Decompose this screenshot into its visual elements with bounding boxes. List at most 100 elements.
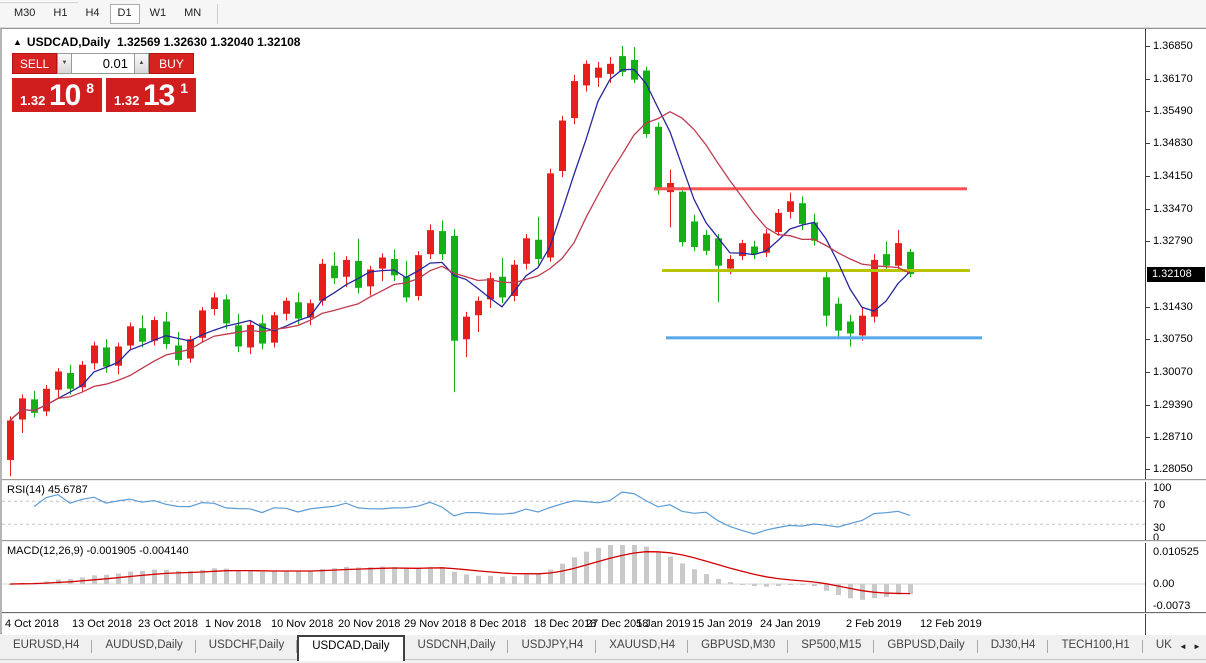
macd-indicator-pane[interactable]: MACD(12,26,9) -0.001905 -0.004140 (2, 543, 1145, 612)
mt4-terminal: M30 H1 H4 D1 W1 MN ▲ USDCAD,Daily 1.32569 1.32… (0, 0, 1206, 663)
axis-tick (1146, 111, 1150, 113)
axis-tick (1146, 78, 1150, 80)
main-price-pane[interactable]: ▲ USDCAD,Daily 1.32569 1.32630 1.32040 1.… (2, 31, 1145, 479)
buy-button[interactable]: BUY (149, 53, 194, 74)
chart-tab-usdcad-daily[interactable]: USDCAD,Daily (297, 635, 405, 661)
date-axis-label: 29 Nov 2018 (404, 618, 467, 630)
axis-tick (1146, 469, 1150, 471)
macd-axis-label: 0.00 (1153, 578, 1175, 590)
chart-tab-usdjpy-h4[interactable]: USDJPY,H4 (508, 635, 597, 659)
sell-price-whole: 1.32 (20, 93, 46, 108)
rsi-indicator-pane[interactable]: RSI(14) 45.6787 (2, 482, 1145, 540)
lot-increase-button[interactable]: ▲ (134, 53, 149, 74)
date-axis-label: 2 Feb 2019 (846, 618, 902, 630)
price-axis-label: 1.33470 (1153, 202, 1193, 215)
price-axis-label: 1.28050 (1153, 463, 1193, 476)
pane-separator[interactable] (2, 540, 1206, 543)
date-axis-label: 13 Oct 2018 (72, 618, 132, 630)
chart-symbol-label: USDCAD,Daily (26, 35, 111, 49)
rsi-chart[interactable] (2, 482, 1145, 540)
price-axis[interactable]: 1.36850 1.36170 1.35490 1.34830 1.34150 1.334… (1145, 29, 1206, 635)
axis-tick (1146, 143, 1150, 145)
sell-price-box[interactable]: 1.32 10 8 (12, 78, 102, 112)
toolbar-separator (217, 3, 219, 24)
macd-label: MACD(12,26,9) -0.001905 -0.004140 (7, 545, 189, 557)
timeframe-button-mn[interactable]: MN (176, 4, 209, 24)
sell-price-pipette: 8 (86, 80, 94, 96)
timeframe-button-d1[interactable]: D1 (109, 3, 140, 24)
tab-scroll-left-icon[interactable]: ◄ (1176, 640, 1190, 654)
timeframe-toolbar: M30 H1 H4 D1 W1 MN (0, 0, 1206, 28)
date-axis-separator (2, 612, 1206, 614)
date-axis-label: 10 Nov 2018 (271, 618, 334, 630)
price-axis-label: 1.34150 (1153, 169, 1193, 182)
price-axis-label: 1.32790 (1153, 235, 1193, 248)
date-axis-label: 5 Jan 2019 (636, 618, 691, 630)
rsi-label: RSI(14) 45.6787 (7, 484, 88, 496)
sell-price-pips: 10 (49, 79, 81, 112)
macd-axis-label: -0.0073 (1153, 600, 1191, 612)
chart-tab-eurusd-h4[interactable]: EURUSD,H4 (0, 635, 93, 659)
axis-tick (1146, 306, 1150, 308)
rsi-line[interactable] (33, 491, 911, 535)
chart-tab-bar: EURUSD,H4 AUDUSD,Daily USDCHF,Daily USDCAD,… (0, 635, 1206, 663)
chart-tab-sp500-m15[interactable]: SP500,M15 (788, 635, 875, 659)
timeframe-button-h1[interactable]: H1 (45, 4, 75, 24)
lot-decrease-button[interactable]: ▼ (57, 53, 72, 74)
sell-button[interactable]: SELL (12, 53, 57, 74)
price-axis-label: 1.30070 (1153, 365, 1193, 378)
date-axis-label: 1 Nov 2018 (205, 618, 262, 630)
horizontal-level-lines[interactable] (654, 187, 982, 340)
timeframe-button-w1[interactable]: W1 (142, 4, 175, 24)
chart-window: ▲ USDCAD,Daily 1.32569 1.32630 1.32040 1.… (0, 28, 1206, 635)
buy-price-pipette: 1 (180, 80, 188, 96)
price-axis-label: 1.30750 (1153, 333, 1193, 346)
lot-size-input[interactable] (72, 53, 134, 74)
axis-tick (1146, 46, 1150, 47)
tab-scroll-arrows: ◄ ► (1176, 640, 1204, 654)
axis-tick (1146, 404, 1150, 406)
buy-price-pips: 13 (143, 79, 175, 112)
chart-tab-usdcnh-daily[interactable]: USDCNH,Daily (405, 635, 509, 659)
chart-tab-audusd-daily[interactable]: AUDUSD,Daily (92, 635, 197, 659)
axis-tick (1146, 371, 1150, 373)
one-click-trading-panel: SELL ▼ ▲ BUY 1.32 10 8 1.32 13 1 (12, 53, 196, 112)
chart-tab-tech100-h1[interactable]: TECH100,H1 (1048, 635, 1144, 659)
chart-tab-usdchf-daily[interactable]: USDCHF,Daily (196, 635, 298, 659)
toolbar-grip[interactable] (0, 1, 78, 3)
timeframe-button-m30[interactable]: M30 (6, 4, 43, 24)
date-axis[interactable]: 4 Oct 2018 13 Oct 2018 23 Oct 2018 1 Nov 20… (2, 614, 1145, 635)
chart-tab-gbpusd-m30[interactable]: GBPUSD,M30 (688, 635, 789, 659)
price-axis-label: 1.36170 (1153, 72, 1193, 85)
chart-tab-gbpusd-daily[interactable]: GBPUSD,Daily (874, 635, 979, 659)
axis-tick (1146, 437, 1150, 439)
axis-tick (1146, 175, 1150, 177)
pane-separator[interactable] (2, 479, 1206, 482)
price-axis-label: 1.36850 (1153, 40, 1193, 52)
current-price-tag: 1.32108 (1147, 266, 1205, 282)
buy-price-whole: 1.32 (114, 93, 140, 108)
axis-tick (1146, 339, 1150, 341)
date-axis-label: 12 Feb 2019 (920, 618, 982, 630)
rsi-axis-label: 70 (1153, 499, 1166, 511)
price-axis-label: 1.34830 (1153, 137, 1193, 150)
fast-ma[interactable] (9, 68, 911, 421)
macd-axis-label: 0.010525 (1153, 546, 1199, 558)
date-axis-label: 8 Dec 2018 (470, 618, 527, 630)
chart-title: ▲ USDCAD,Daily 1.32569 1.32630 1.32040 1.… (13, 35, 300, 49)
tab-scroll-right-icon[interactable]: ► (1190, 640, 1204, 654)
date-axis-label: 23 Oct 2018 (138, 618, 198, 630)
price-axis-label: 1.28710 (1153, 431, 1193, 444)
tab-strip (0, 659, 1206, 663)
chart-tab-xauusd-h4[interactable]: XAUUSD,H4 (596, 635, 688, 659)
rsi-axis-label: 100 (1153, 482, 1172, 494)
chart-tab-dj30-h4[interactable]: DJ30,H4 (978, 635, 1049, 659)
date-axis-label: 4 Oct 2018 (5, 618, 59, 630)
price-axis-label: 1.35490 (1153, 105, 1193, 118)
chart-ohlc-label: 1.32569 1.32630 1.32040 1.32108 (116, 35, 301, 49)
collapse-trade-panel-icon[interactable]: ▲ (13, 37, 22, 47)
buy-price-box[interactable]: 1.32 13 1 (106, 78, 196, 112)
slow-ma[interactable] (9, 110, 911, 421)
date-axis-label: 15 Jan 2019 (692, 618, 753, 630)
timeframe-button-h4[interactable]: H4 (77, 4, 107, 24)
